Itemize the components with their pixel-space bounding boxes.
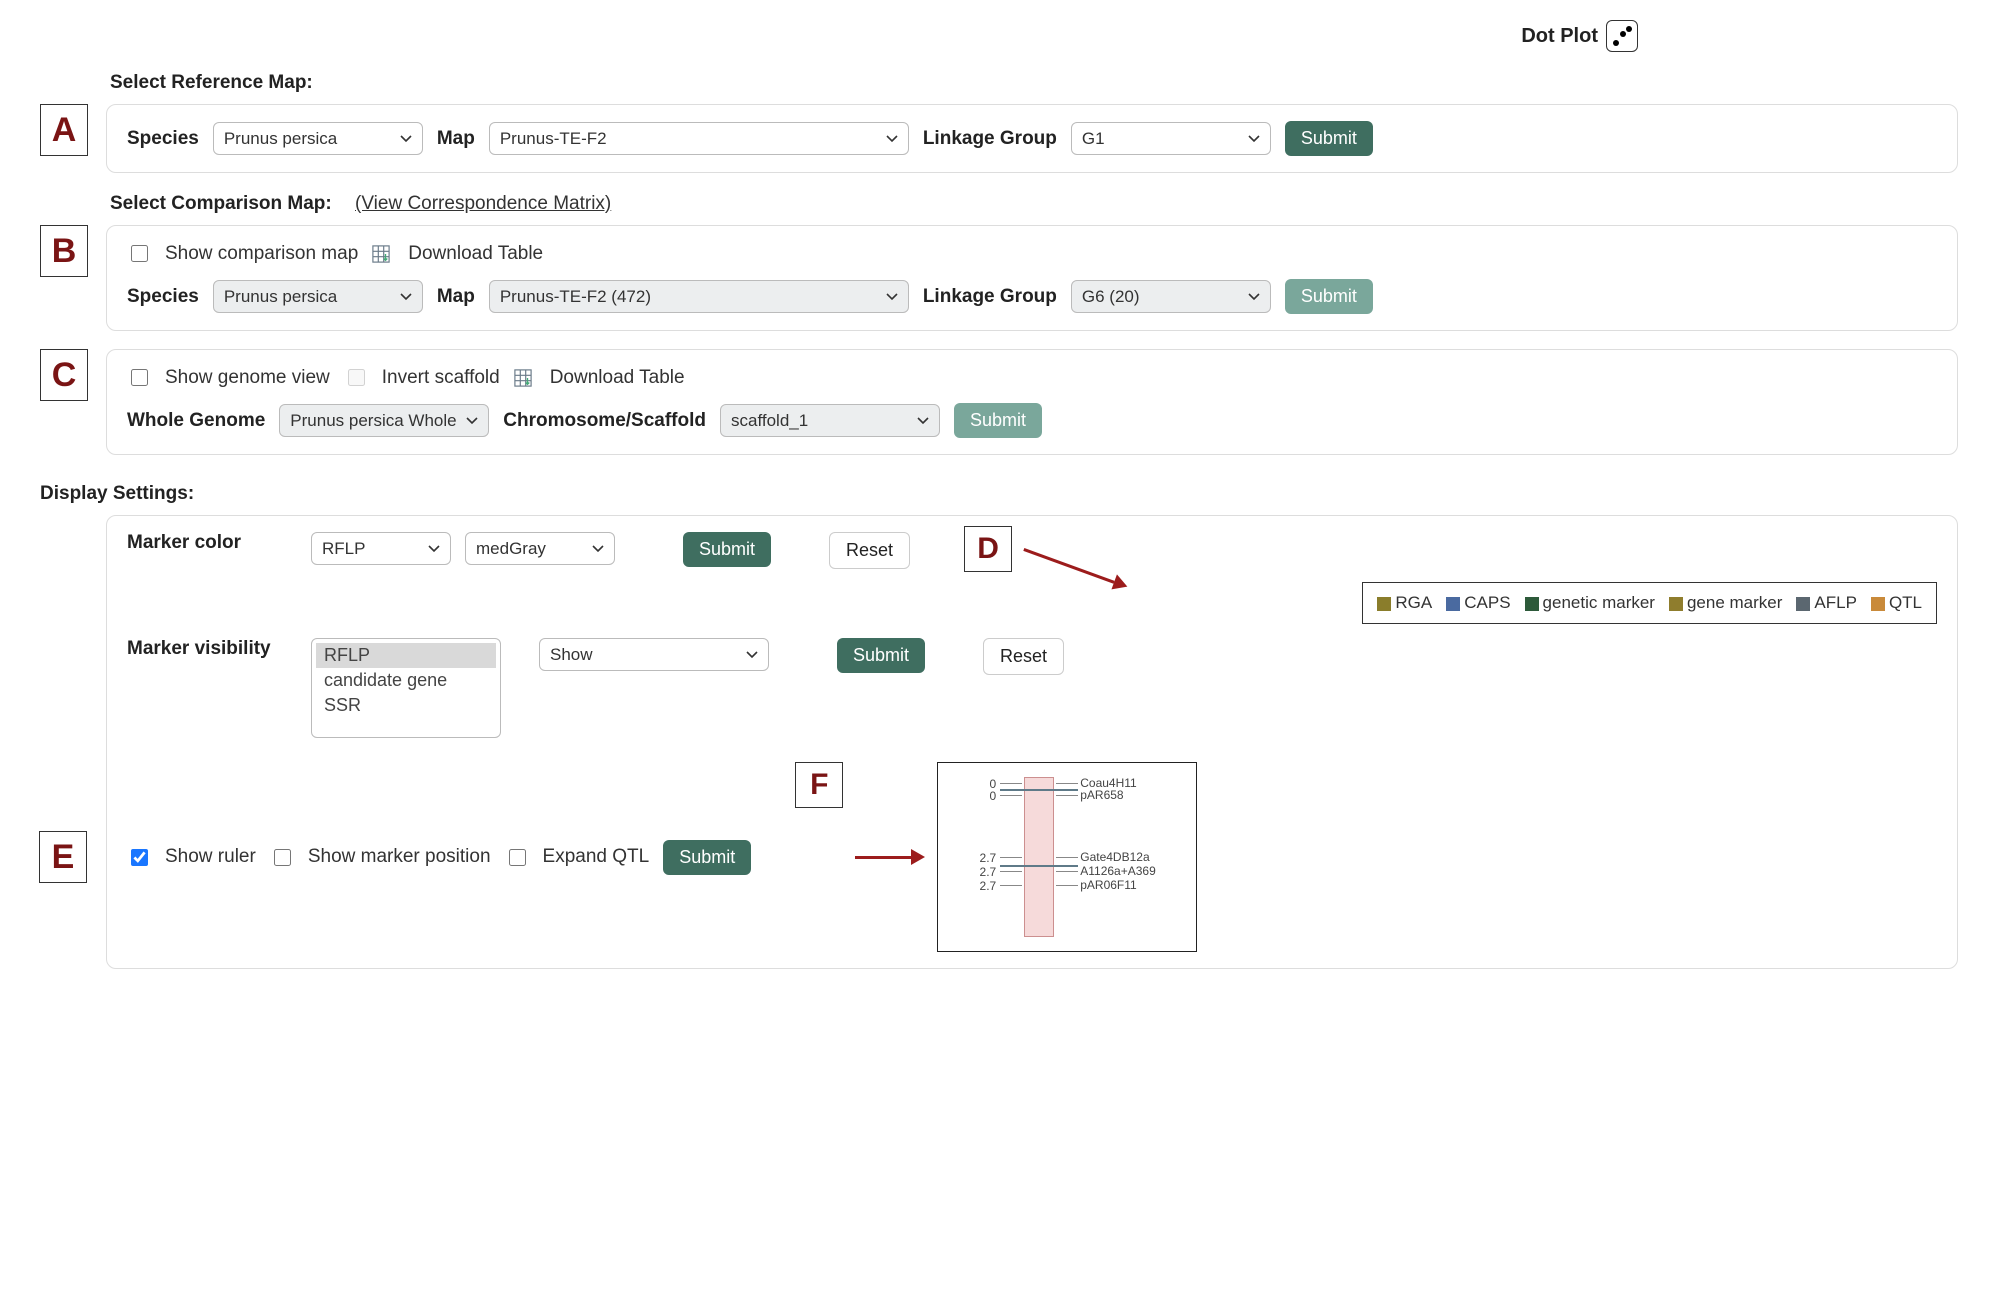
cmp-species-label: Species: [127, 286, 199, 308]
legend-swatch: [1525, 597, 1539, 611]
reference-lg-select[interactable]: G1: [1071, 122, 1271, 155]
display-settings-heading: Display Settings:: [40, 483, 1958, 505]
reference-species-select[interactable]: Prunus persica: [213, 122, 423, 155]
legend-label: RGA: [1395, 593, 1432, 612]
dot-plot-label: Dot Plot: [1521, 25, 1598, 48]
marker-position-value: 2.7: [980, 865, 997, 879]
species-label: Species: [127, 128, 199, 150]
show-ruler-checkbox[interactable]: [131, 849, 148, 866]
marker-position-value: 0: [990, 789, 997, 803]
expand-qtl-label: Expand QTL: [543, 846, 650, 868]
marker-type-select[interactable]: RFLP: [311, 532, 451, 565]
marker-name-label: A1126a+A369: [1080, 864, 1156, 878]
legend-item: CAPS: [1446, 593, 1510, 613]
chromosome-scaffold-label: Chromosome/Scaffold: [503, 410, 706, 432]
download-table-icon-2[interactable]: [514, 369, 532, 387]
visibility-option[interactable]: SSR: [316, 693, 496, 718]
legend-item: gene marker: [1669, 593, 1782, 613]
visibility-option[interactable]: candidate gene: [316, 668, 496, 693]
reference-map-panel: Species Prunus persica Map Prunus-TE-F2 …: [106, 104, 1958, 173]
legend-item: RGA: [1377, 593, 1432, 613]
callout-letter-c: C: [40, 349, 88, 401]
ruler-submit-button[interactable]: Submit: [663, 840, 751, 875]
expand-qtl-checkbox[interactable]: [509, 849, 526, 866]
invert-scaffold-checkbox[interactable]: [348, 369, 365, 386]
marker-visibility-label: Marker visibility: [127, 638, 297, 660]
show-genome-label: Show genome view: [165, 367, 330, 389]
marker-name-label: pAR658: [1080, 788, 1123, 802]
show-marker-position-label: Show marker position: [308, 846, 491, 868]
legend-item: genetic marker: [1525, 593, 1655, 613]
comparison-map-panel: Show comparison map Download Table Speci…: [106, 225, 1958, 331]
callout-letter-e: E: [39, 831, 87, 883]
callout-letter-a: A: [40, 104, 88, 156]
show-genome-checkbox[interactable]: [131, 369, 148, 386]
legend-label: AFLP: [1814, 593, 1857, 612]
legend-swatch: [1796, 597, 1810, 611]
marker-visibility-submit-button[interactable]: Submit: [837, 638, 925, 673]
download-table-label-2[interactable]: Download Table: [550, 367, 685, 389]
comparison-lg-select[interactable]: G6 (20): [1071, 280, 1271, 313]
marker-name-label: Gate4DB12a: [1080, 850, 1149, 864]
marker-position-value: 2.7: [980, 879, 997, 893]
comparison-species-select[interactable]: Prunus persica: [213, 280, 423, 313]
show-comparison-label: Show comparison map: [165, 243, 358, 265]
map-label: Map: [437, 128, 475, 150]
display-settings-panel: Marker color RFLP medGray Submit Reset D: [106, 515, 1958, 969]
legend-swatch: [1446, 597, 1460, 611]
visibility-mode-select[interactable]: Show: [539, 638, 769, 671]
comparison-map-heading: Select Comparison Map: (View Corresponde…: [110, 193, 1958, 215]
scaffold-select[interactable]: scaffold_1: [720, 404, 940, 437]
callout-letter-b: B: [40, 225, 88, 277]
legend-label: gene marker: [1687, 593, 1782, 612]
marker-visibility-reset-button[interactable]: Reset: [983, 638, 1064, 675]
show-comparison-checkbox[interactable]: [131, 245, 148, 262]
arrow-to-diagram: [855, 849, 925, 865]
comparison-map-select[interactable]: Prunus-TE-F2 (472): [489, 280, 909, 313]
comparison-map-title: Select Comparison Map:: [110, 193, 332, 214]
show-ruler-label: Show ruler: [165, 846, 256, 868]
genome-submit-button[interactable]: Submit: [954, 403, 1042, 438]
reference-map-heading: Select Reference Map:: [110, 72, 1958, 94]
cmp-map-label: Map: [437, 286, 475, 308]
linkage-group-label: Linkage Group: [923, 128, 1057, 150]
marker-visibility-listbox[interactable]: RFLPcandidate geneSSR: [311, 638, 501, 738]
legend-label: CAPS: [1464, 593, 1510, 612]
marker-color-select[interactable]: medGray: [465, 532, 615, 565]
comparison-submit-button[interactable]: Submit: [1285, 279, 1373, 314]
marker-color-submit-button[interactable]: Submit: [683, 532, 771, 567]
marker-position-value: 2.7: [980, 851, 997, 865]
show-marker-position-checkbox[interactable]: [274, 849, 291, 866]
legend-swatch: [1871, 597, 1885, 611]
visibility-option[interactable]: RFLP: [316, 643, 496, 668]
legend-swatch: [1669, 597, 1683, 611]
legend-item: AFLP: [1796, 593, 1857, 613]
legend-label: QTL: [1889, 593, 1922, 612]
correspondence-matrix-link[interactable]: (View Correspondence Matrix): [355, 193, 611, 214]
dot-plot-launcher: Dot Plot: [40, 20, 1958, 52]
marker-name-label: pAR06F11: [1080, 878, 1136, 892]
marker-color-label: Marker color: [127, 532, 297, 554]
marker-color-reset-button[interactable]: Reset: [829, 532, 910, 569]
callout-letter-d: D: [964, 526, 1012, 572]
download-table-label[interactable]: Download Table: [408, 243, 543, 265]
genome-view-panel: Show genome view Invert scaffold Downloa…: [106, 349, 1958, 455]
whole-genome-select[interactable]: Prunus persica Whole: [279, 404, 489, 437]
reference-map-select[interactable]: Prunus-TE-F2: [489, 122, 909, 155]
download-table-icon[interactable]: [372, 245, 390, 263]
callout-letter-f: F: [795, 762, 843, 808]
cmp-lg-label: Linkage Group: [923, 286, 1057, 308]
legend-item: QTL: [1871, 593, 1922, 613]
reference-submit-button[interactable]: Submit: [1285, 121, 1373, 156]
invert-scaffold-label: Invert scaffold: [382, 367, 500, 389]
whole-genome-label: Whole Genome: [127, 410, 265, 432]
legend-swatch: [1377, 597, 1391, 611]
dot-plot-icon[interactable]: [1606, 20, 1638, 52]
marker-diagram: 0Coau4H110pAR6582.7Gate4DB12a2.7A1126a+A…: [937, 762, 1197, 952]
marker-legend: RGA CAPS genetic marker gene marker AFLP QTL: [1362, 582, 1937, 624]
legend-label: genetic marker: [1543, 593, 1655, 612]
